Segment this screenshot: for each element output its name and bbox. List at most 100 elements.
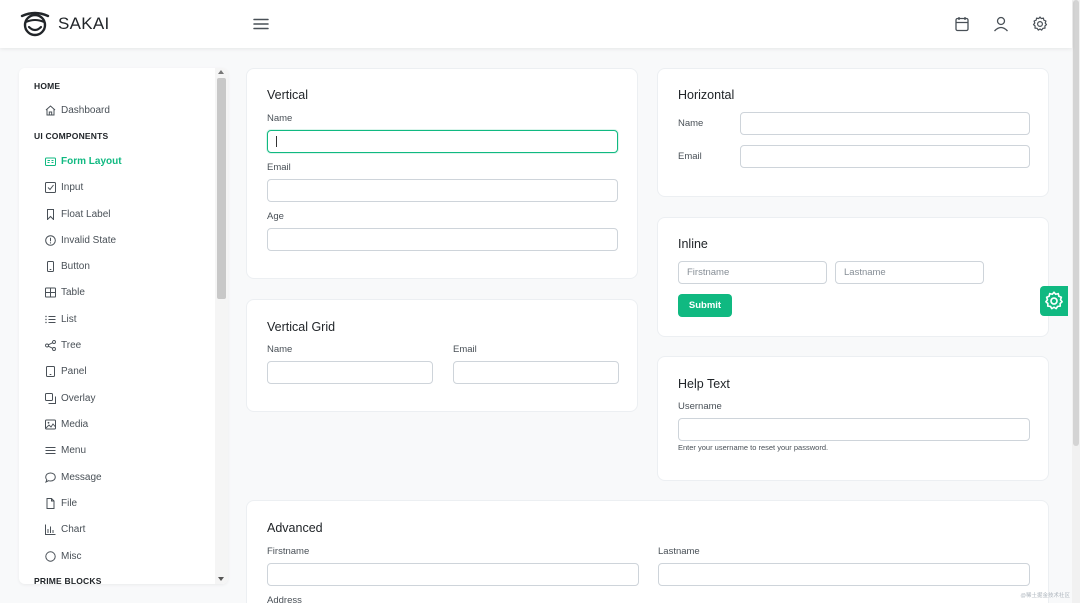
sidebar-item-invalid-state[interactable]: Invalid State bbox=[45, 231, 116, 249]
sidebar-item-label: Dashboard bbox=[61, 104, 110, 116]
settings-icon bbox=[1032, 16, 1048, 31]
advanced-form-card: Advanced Firstname Lastname Address bbox=[246, 500, 1049, 603]
topbar: SAKAI bbox=[0, 0, 1072, 48]
sidebar-item-label: Float Label bbox=[61, 208, 111, 220]
id-card-icon bbox=[45, 156, 56, 167]
comment-icon bbox=[45, 471, 56, 483]
inline-form-card: Inline Submit bbox=[657, 217, 1049, 337]
grid-name-input[interactable] bbox=[267, 361, 433, 384]
sidebar-item-overlay[interactable]: Overlay bbox=[45, 389, 95, 407]
sidebar-item-menu[interactable]: Menu bbox=[45, 441, 86, 459]
email-label: Email bbox=[678, 151, 702, 162]
vertical-age-input[interactable] bbox=[267, 228, 618, 251]
name-label: Name bbox=[267, 344, 293, 355]
sidebar-item-float-label[interactable]: Float Label bbox=[45, 205, 110, 223]
sidebar-item-input[interactable]: Input bbox=[45, 178, 83, 196]
chart-bar-icon bbox=[45, 524, 56, 535]
submit-button[interactable]: Submit bbox=[678, 294, 732, 317]
sidebar-item-table[interactable]: Table bbox=[45, 283, 85, 301]
sidebar-section-ui-components: UI COMPONENTS bbox=[34, 131, 109, 141]
email-label: Email bbox=[267, 162, 291, 173]
username-input[interactable] bbox=[678, 418, 1030, 441]
sidebar-item-label: Message bbox=[61, 471, 102, 483]
sidebar-item-label: Invalid State bbox=[61, 234, 117, 246]
card-title: Vertical bbox=[267, 88, 308, 102]
age-label: Age bbox=[267, 211, 284, 222]
sidebar-item-list[interactable]: List bbox=[45, 310, 77, 328]
sidebar-item-dashboard[interactable]: Dashboard bbox=[45, 101, 110, 119]
bookmark-icon bbox=[45, 208, 56, 220]
advanced-lastname-input[interactable] bbox=[658, 563, 1030, 586]
page-scrollbar[interactable] bbox=[1072, 0, 1080, 603]
profile-button[interactable] bbox=[991, 12, 1011, 36]
image-icon bbox=[45, 419, 56, 430]
sidebar-item-misc[interactable]: Misc bbox=[45, 547, 82, 565]
menu-toggle-button[interactable] bbox=[250, 13, 272, 35]
name-label: Name bbox=[267, 113, 293, 124]
sidebar-item-chart[interactable]: Chart bbox=[45, 520, 85, 538]
calendar-icon bbox=[955, 17, 969, 32]
vertical-email-input[interactable] bbox=[267, 179, 618, 202]
layout-config-button[interactable] bbox=[1040, 286, 1068, 316]
lastname-label: Lastname bbox=[658, 546, 700, 557]
help-text-card: Help Text Username Enter your username t… bbox=[657, 356, 1049, 481]
horizontal-email-input[interactable] bbox=[740, 145, 1030, 168]
mobile-icon bbox=[45, 260, 56, 272]
sidebar-item-label: Tree bbox=[61, 339, 82, 351]
sidebar-scrollbar[interactable] bbox=[215, 68, 228, 584]
sidebar-item-panel[interactable]: Panel bbox=[45, 362, 87, 380]
inline-lastname-input[interactable] bbox=[835, 261, 984, 284]
username-help-text: Enter your username to reset your passwo… bbox=[678, 443, 829, 452]
name-label: Name bbox=[678, 118, 704, 129]
sidebar-item-media[interactable]: Media bbox=[45, 415, 88, 433]
horizontal-name-input[interactable] bbox=[740, 112, 1030, 135]
user-icon bbox=[994, 16, 1008, 32]
sidebar-item-tree[interactable]: Tree bbox=[45, 336, 81, 354]
sidebar-item-label: Input bbox=[61, 181, 84, 193]
tablet-icon bbox=[45, 365, 56, 377]
grid-email-input[interactable] bbox=[453, 361, 619, 384]
table-icon bbox=[45, 287, 56, 298]
card-title: Inline bbox=[678, 237, 708, 251]
bars-icon bbox=[45, 445, 56, 456]
email-label: Email bbox=[453, 344, 477, 355]
horizontal-form-card: Horizontal Name Email bbox=[657, 68, 1049, 197]
sidebar-section-prime-blocks: PRIME BLOCKS bbox=[34, 576, 102, 584]
sidebar-item-button[interactable]: Button bbox=[45, 257, 90, 275]
settings-icon bbox=[1045, 291, 1063, 310]
share-icon bbox=[45, 339, 56, 351]
sidebar-item-label: Misc bbox=[61, 550, 82, 562]
sidebar-section-home: HOME bbox=[34, 81, 61, 91]
circle-icon bbox=[45, 550, 56, 562]
exclamation-circle-icon bbox=[45, 234, 56, 246]
sidebar: HOME Dashboard UI COMPONENTS Form Layout… bbox=[19, 68, 228, 584]
bars-icon bbox=[253, 18, 269, 30]
check-square-icon bbox=[45, 181, 56, 193]
sidebar-item-label: Form Layout bbox=[61, 155, 122, 167]
list-icon bbox=[45, 314, 56, 325]
sidebar-item-label: Button bbox=[61, 260, 90, 272]
inline-firstname-input[interactable] bbox=[678, 261, 827, 284]
sidebar-item-message[interactable]: Message bbox=[45, 468, 102, 486]
sidebar-item-label: File bbox=[61, 497, 78, 509]
calendar-button[interactable] bbox=[952, 12, 972, 36]
sidebar-item-form-layout[interactable]: Form Layout bbox=[45, 152, 122, 170]
vertical-form-card: Vertical Name Email Age bbox=[246, 68, 638, 279]
card-title: Help Text bbox=[678, 377, 730, 391]
sidebar-item-label: Chart bbox=[61, 523, 86, 535]
file-icon bbox=[45, 497, 56, 509]
sidebar-item-file[interactable]: File bbox=[45, 494, 77, 512]
scroll-up-arrow-icon[interactable] bbox=[218, 70, 224, 74]
logo[interactable]: SAKAI bbox=[20, 11, 110, 37]
sidebar-scroll-thumb[interactable] bbox=[217, 78, 226, 299]
sidebar-item-label: Media bbox=[61, 418, 89, 430]
vertical-grid-form-card: Vertical Grid Name Email bbox=[246, 299, 638, 412]
sidebar-item-label: Overlay bbox=[61, 392, 96, 404]
settings-button[interactable] bbox=[1030, 12, 1050, 36]
sidebar-item-label: List bbox=[61, 313, 77, 325]
vertical-name-input[interactable] bbox=[267, 130, 618, 153]
sidebar-item-label: Panel bbox=[61, 365, 87, 377]
scroll-down-arrow-icon[interactable] bbox=[218, 577, 224, 581]
advanced-firstname-input[interactable] bbox=[267, 563, 639, 586]
sidebar-item-label: Table bbox=[61, 286, 85, 298]
